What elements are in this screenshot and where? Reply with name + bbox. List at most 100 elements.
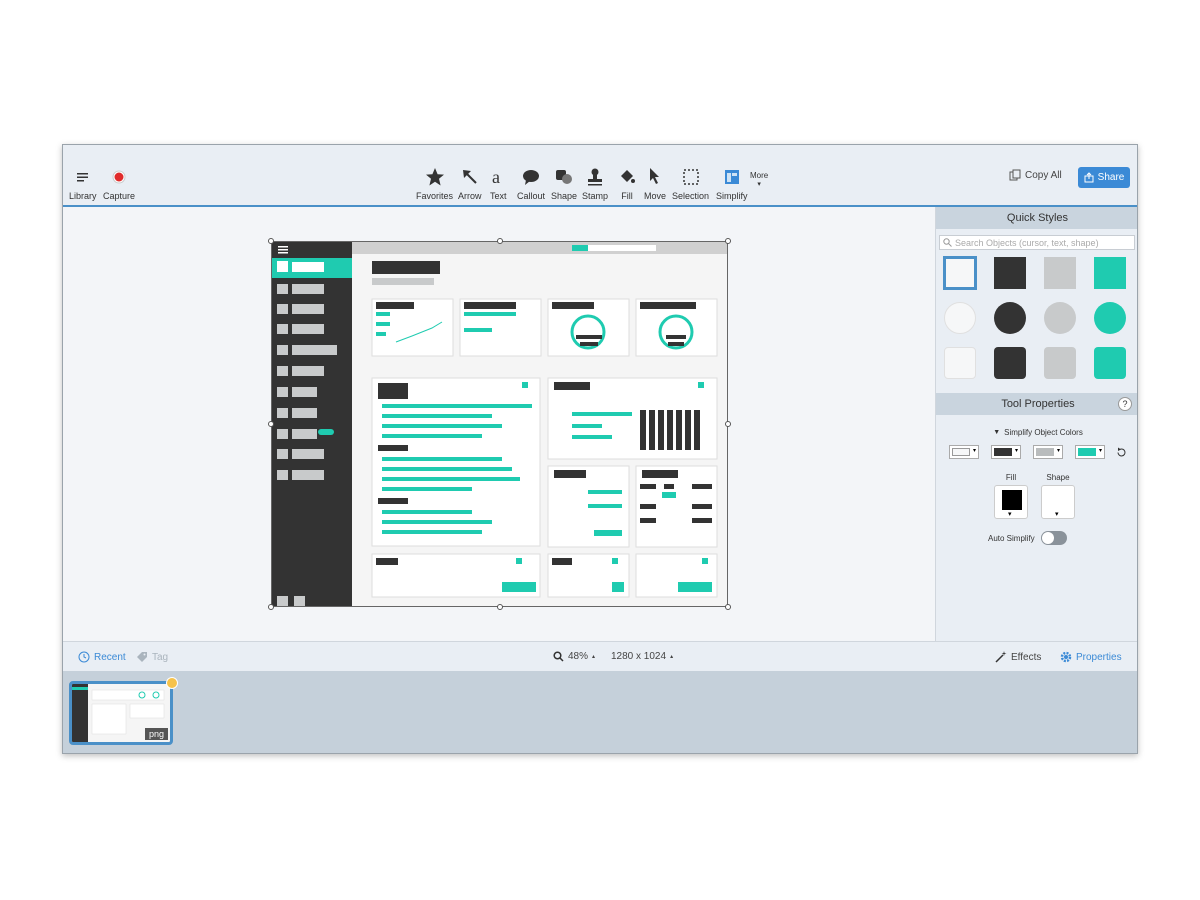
dimensions-value: 1280 x 1024 bbox=[611, 651, 667, 662]
tool-fill[interactable]: Fill bbox=[618, 165, 636, 201]
color-well-grey[interactable]: ▾ bbox=[1033, 445, 1063, 459]
style-swatch-teal-circle[interactable] bbox=[1094, 302, 1126, 334]
more-label: More bbox=[750, 171, 769, 180]
color-well-dark[interactable]: ▾ bbox=[991, 445, 1021, 459]
tool-properties-title: Tool Properties bbox=[1001, 398, 1075, 410]
resize-handle[interactable] bbox=[497, 238, 503, 244]
properties-label: Properties bbox=[1076, 651, 1122, 663]
favorite-star-icon bbox=[166, 677, 178, 689]
copy-icon bbox=[1009, 169, 1021, 181]
toolbar: Library Capture Favorites Arrow a Text C… bbox=[63, 145, 1137, 207]
style-swatch-dark-circle[interactable] bbox=[994, 302, 1026, 334]
properties-button[interactable]: Properties bbox=[1060, 651, 1122, 663]
more-button[interactable]: More ▾ bbox=[750, 169, 768, 188]
effects-button[interactable]: Effects bbox=[995, 651, 1041, 663]
library-tray: png bbox=[63, 671, 1137, 753]
capture-label: Capture bbox=[103, 191, 136, 201]
fill-picker[interactable]: ▾ bbox=[994, 485, 1028, 519]
simplify-colors-toggle[interactable]: ▼ Simplify Object Colors bbox=[936, 428, 1137, 437]
selection-icon bbox=[682, 169, 699, 185]
resize-handle[interactable] bbox=[725, 238, 731, 244]
tool-callout[interactable]: Callout bbox=[517, 165, 545, 201]
library-button[interactable]: Library bbox=[69, 165, 97, 201]
star-icon bbox=[425, 168, 444, 186]
disclosure-triangle-icon: ▼ bbox=[993, 429, 1001, 436]
style-swatch-dark-rounded[interactable] bbox=[994, 347, 1026, 379]
resize-handle[interactable] bbox=[725, 604, 731, 610]
style-swatch-grey-rounded[interactable] bbox=[1044, 347, 1076, 379]
menu-icon bbox=[76, 173, 88, 182]
style-swatch-grey-square[interactable] bbox=[1044, 257, 1076, 289]
search-placeholder: Search Objects (cursor, text, shape) bbox=[955, 237, 1099, 248]
tag-button[interactable]: Tag bbox=[136, 651, 168, 663]
color-wells: ▾ ▾ ▾ ▾ bbox=[949, 445, 1129, 459]
copy-all-button[interactable]: Copy All bbox=[1009, 169, 1062, 181]
color-well-teal[interactable]: ▾ bbox=[1075, 445, 1105, 459]
tool-move[interactable]: Move bbox=[644, 165, 666, 201]
effects-label: Effects bbox=[1011, 651, 1042, 663]
copy-all-label: Copy All bbox=[1025, 169, 1062, 181]
tool-simplify[interactable]: Simplify bbox=[716, 165, 748, 201]
tool-arrow[interactable]: Arrow bbox=[458, 165, 482, 201]
dimensions-control[interactable]: 1280 x 1024 ▴ bbox=[611, 651, 673, 662]
text-icon: a bbox=[492, 167, 500, 187]
side-panel: Quick Styles Search Objects (cursor, tex… bbox=[935, 207, 1137, 641]
style-swatch-grey-circle[interactable] bbox=[1044, 302, 1076, 334]
tool-text[interactable]: a Text bbox=[490, 165, 507, 201]
color-well-white[interactable]: ▾ bbox=[949, 445, 979, 459]
file-type-badge: png bbox=[144, 728, 168, 740]
search-icon bbox=[943, 238, 952, 247]
resize-handle[interactable] bbox=[725, 421, 731, 427]
resize-handle[interactable] bbox=[268, 238, 274, 244]
reset-icon[interactable] bbox=[1116, 447, 1127, 458]
simplify-icon bbox=[724, 170, 739, 184]
captured-screenshot[interactable] bbox=[271, 241, 728, 607]
svg-text:a: a bbox=[492, 167, 500, 187]
recent-button[interactable]: Recent bbox=[78, 651, 126, 663]
tool-selection[interactable]: Selection bbox=[672, 165, 709, 201]
zoom-icon bbox=[553, 651, 564, 662]
chevron-down-icon: ▾ bbox=[1055, 511, 1059, 518]
style-swatch-teal-square[interactable] bbox=[1094, 257, 1126, 289]
search-objects-input[interactable]: Search Objects (cursor, text, shape) bbox=[939, 235, 1135, 250]
share-button[interactable]: Share bbox=[1078, 167, 1130, 188]
capture-button[interactable]: Capture bbox=[103, 165, 135, 201]
magic-wand-icon bbox=[995, 651, 1007, 663]
chevron-up-icon: ▴ bbox=[592, 654, 596, 660]
tool-stamp[interactable]: Stamp bbox=[582, 165, 608, 201]
style-swatch-teal-rounded[interactable] bbox=[1094, 347, 1126, 379]
quick-styles-header: Quick Styles bbox=[936, 207, 1137, 229]
auto-simplify-label: Auto Simplify bbox=[988, 533, 1035, 543]
resize-handle[interactable] bbox=[268, 421, 274, 427]
auto-simplify-toggle[interactable] bbox=[1040, 531, 1067, 545]
stamp-icon bbox=[588, 168, 602, 186]
library-label: Library bbox=[69, 191, 97, 201]
style-swatch-dark-square[interactable] bbox=[994, 257, 1026, 289]
tray-thumbnail[interactable]: png bbox=[69, 681, 173, 745]
tool-favorites[interactable]: Favorites bbox=[416, 165, 453, 201]
tag-icon bbox=[137, 652, 147, 662]
recent-label: Recent bbox=[94, 651, 126, 663]
status-bar: Recent Tag 48% ▴ 1280 x 1024 ▴ Effects P… bbox=[63, 641, 1137, 671]
record-icon bbox=[112, 170, 126, 184]
gear-icon bbox=[1060, 651, 1072, 663]
chevron-up-icon: ▴ bbox=[670, 654, 674, 660]
share-icon bbox=[1084, 172, 1094, 183]
quick-styles-title: Quick Styles bbox=[1006, 212, 1069, 224]
clock-icon bbox=[78, 651, 90, 663]
style-swatch-white-circle[interactable] bbox=[944, 302, 976, 334]
resize-handle[interactable] bbox=[268, 604, 274, 610]
zoom-control[interactable]: 48% ▴ bbox=[553, 651, 595, 662]
shape-picker[interactable]: ▾ bbox=[1041, 485, 1075, 519]
arrow-icon bbox=[462, 170, 477, 184]
resize-handle[interactable] bbox=[497, 604, 503, 610]
canvas[interactable] bbox=[63, 207, 935, 641]
help-button[interactable]: ? bbox=[1118, 397, 1132, 411]
callout-icon bbox=[523, 170, 539, 185]
tool-shape[interactable]: Shape bbox=[551, 165, 577, 201]
style-swatch-white-square[interactable] bbox=[943, 256, 977, 290]
simplify-colors-label: Simplify Object Colors bbox=[1004, 428, 1083, 437]
fill-icon bbox=[621, 170, 635, 183]
style-swatch-white-rounded[interactable] bbox=[944, 347, 976, 379]
chevron-down-icon: ▾ bbox=[1008, 511, 1012, 518]
